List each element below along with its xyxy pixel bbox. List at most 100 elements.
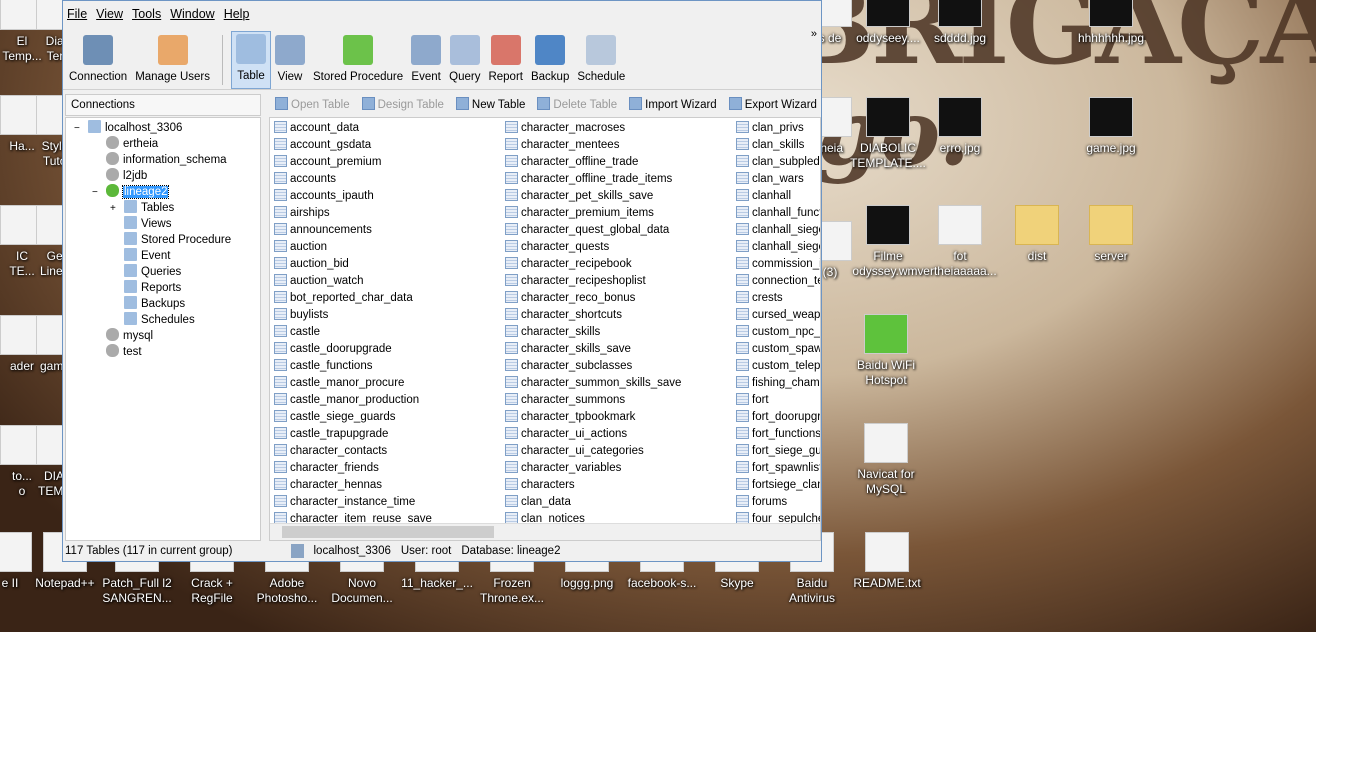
table-item[interactable]: character_friends (274, 460, 502, 477)
toolbar-report-button[interactable]: Report (484, 31, 527, 89)
table-item[interactable]: airships (274, 205, 502, 222)
table-item[interactable]: crests (736, 290, 820, 307)
tree-expander-icon[interactable]: − (74, 121, 84, 137)
table-item[interactable]: connection_tes (736, 273, 820, 290)
table-item[interactable]: character_hennas (274, 477, 502, 494)
table-item[interactable]: character_summons (505, 392, 733, 409)
desktop-icon[interactable]: Navicat for MySQL (846, 423, 926, 497)
export-wizard-button[interactable]: Export Wizard (728, 97, 817, 111)
table-item[interactable]: auction_watch (274, 273, 502, 290)
table-item[interactable]: fort_doorupgra (736, 409, 820, 426)
desktop-icon[interactable]: README.txt (847, 532, 927, 591)
table-item[interactable]: account_gsdata (274, 137, 502, 154)
tree-node-mysql[interactable]: mysql (106, 328, 153, 344)
tree-node-reports[interactable]: Reports (124, 280, 181, 296)
table-item[interactable]: custom_telepo (736, 358, 820, 375)
table-item[interactable]: castle_siege_guards (274, 409, 502, 426)
table-item[interactable]: castle_doorupgrade (274, 341, 502, 358)
toolbar-stored-procedure-button[interactable]: Stored Procedure (309, 31, 407, 89)
table-item[interactable]: clanhall_siege_ (736, 239, 820, 256)
table-item[interactable]: fort (736, 392, 820, 409)
table-item[interactable]: account_premium (274, 154, 502, 171)
tree-node-test[interactable]: test (106, 344, 142, 360)
desktop-icon[interactable]: fot ertheiaaaaa... (920, 205, 1000, 279)
table-item[interactable]: announcements (274, 222, 502, 239)
table-item[interactable]: castle_manor_production (274, 392, 502, 409)
table-item[interactable]: characters (505, 477, 733, 494)
table-item[interactable]: cursed_weapo (736, 307, 820, 324)
table-item[interactable]: castle_manor_procure (274, 375, 502, 392)
table-item[interactable]: custom_spawn (736, 341, 820, 358)
table-item[interactable]: character_pet_skills_save (505, 188, 733, 205)
tree-node-stored-procedure[interactable]: Stored Procedure (124, 232, 231, 248)
menu-window[interactable]: Window (170, 7, 214, 21)
toolbar-table-button[interactable]: Table (230, 31, 271, 89)
tree-node-schedules[interactable]: Schedules (124, 312, 195, 328)
desktop-icon[interactable]: server (1071, 205, 1151, 264)
table-item[interactable]: fortsiege_clans (736, 477, 820, 494)
toolbar-overflow-button[interactable]: » (811, 28, 817, 40)
toolbar-schedule-button[interactable]: Schedule (573, 31, 629, 89)
table-item[interactable]: clan_privs (736, 120, 820, 137)
toolbar-view-button[interactable]: View (271, 31, 309, 89)
table-item[interactable]: clan_data (505, 494, 733, 511)
menu-view[interactable]: View (96, 7, 123, 21)
design-table-button[interactable]: Design Table (361, 97, 444, 111)
tree-node-queries[interactable]: Queries (124, 264, 181, 280)
table-item[interactable]: fort_spawnlist (736, 460, 820, 477)
toolbar-manage-users-button[interactable]: Manage Users (131, 31, 214, 89)
menu-help[interactable]: Help (224, 7, 250, 21)
table-item[interactable]: character_tpbookmark (505, 409, 733, 426)
toolbar-backup-button[interactable]: Backup (527, 31, 573, 89)
table-item[interactable]: forums (736, 494, 820, 511)
menu-file[interactable]: File (67, 7, 87, 21)
table-item[interactable]: character_instance_time (274, 494, 502, 511)
delete-table-button[interactable]: Delete Table (537, 97, 617, 111)
desktop-icon[interactable]: Baidu WiFi Hotspot (846, 314, 926, 388)
tree-node-backups[interactable]: Backups (124, 296, 185, 312)
table-item[interactable]: clanhall (736, 188, 820, 205)
table-item[interactable]: clan_skills (736, 137, 820, 154)
desktop-icon[interactable]: sdddd.jpg (920, 0, 1000, 46)
table-item[interactable]: buylists (274, 307, 502, 324)
table-item[interactable]: castle (274, 324, 502, 341)
tree-expander-icon[interactable]: − (92, 185, 102, 201)
desktop-icon[interactable]: hhhhhhh.jpg (1071, 0, 1151, 46)
desktop-icon[interactable]: erro.jpg (920, 97, 1000, 156)
table-item[interactable]: account_data (274, 120, 502, 137)
table-item[interactable]: character_shortcuts (505, 307, 733, 324)
table-item[interactable]: clanhall_siege_ (736, 222, 820, 239)
horizontal-scrollbar[interactable] (270, 523, 820, 540)
table-item[interactable]: character_offline_trade_items (505, 171, 733, 188)
tree-node-ertheia[interactable]: ertheia (106, 136, 158, 152)
table-item[interactable]: character_ui_categories (505, 443, 733, 460)
tree-node-views[interactable]: Views (124, 216, 171, 232)
table-item[interactable]: bot_reported_char_data (274, 290, 502, 307)
table-item[interactable]: character_recipeshoplist (505, 273, 733, 290)
open-table-button[interactable]: Open Table (275, 97, 350, 111)
desktop-icon[interactable]: game.jpg (1071, 97, 1151, 156)
table-item[interactable]: character_skills (505, 324, 733, 341)
table-item[interactable]: accounts (274, 171, 502, 188)
tree-expander-icon[interactable]: + (110, 201, 120, 217)
table-item[interactable]: fort_siege_gua (736, 443, 820, 460)
table-item[interactable]: character_mentees (505, 137, 733, 154)
tree-node-l2jdb[interactable]: l2jdb (106, 168, 147, 184)
scrollbar-thumb[interactable] (282, 526, 494, 538)
table-item[interactable]: character_recipebook (505, 256, 733, 273)
tree-node-localhost_3306[interactable]: − localhost_3306 (74, 120, 182, 136)
table-item[interactable]: character_ui_actions (505, 426, 733, 443)
tree-node-tables[interactable]: + Tables (110, 200, 174, 216)
table-item[interactable]: commission_ite (736, 256, 820, 273)
toolbar-event-button[interactable]: Event (407, 31, 445, 89)
toolbar-connection-button[interactable]: Connection (65, 31, 131, 89)
tree-node-information_schema[interactable]: information_schema (106, 152, 227, 168)
table-item[interactable]: fishing_champi (736, 375, 820, 392)
table-item[interactable]: clan_subpledge (736, 154, 820, 171)
table-item[interactable]: character_premium_items (505, 205, 733, 222)
table-item[interactable]: character_macroses (505, 120, 733, 137)
table-item[interactable]: clan_wars (736, 171, 820, 188)
tree-node-lineage2[interactable]: − lineage2 (92, 184, 170, 201)
desktop-icon[interactable]: dist (997, 205, 1077, 264)
table-item[interactable]: auction (274, 239, 502, 256)
